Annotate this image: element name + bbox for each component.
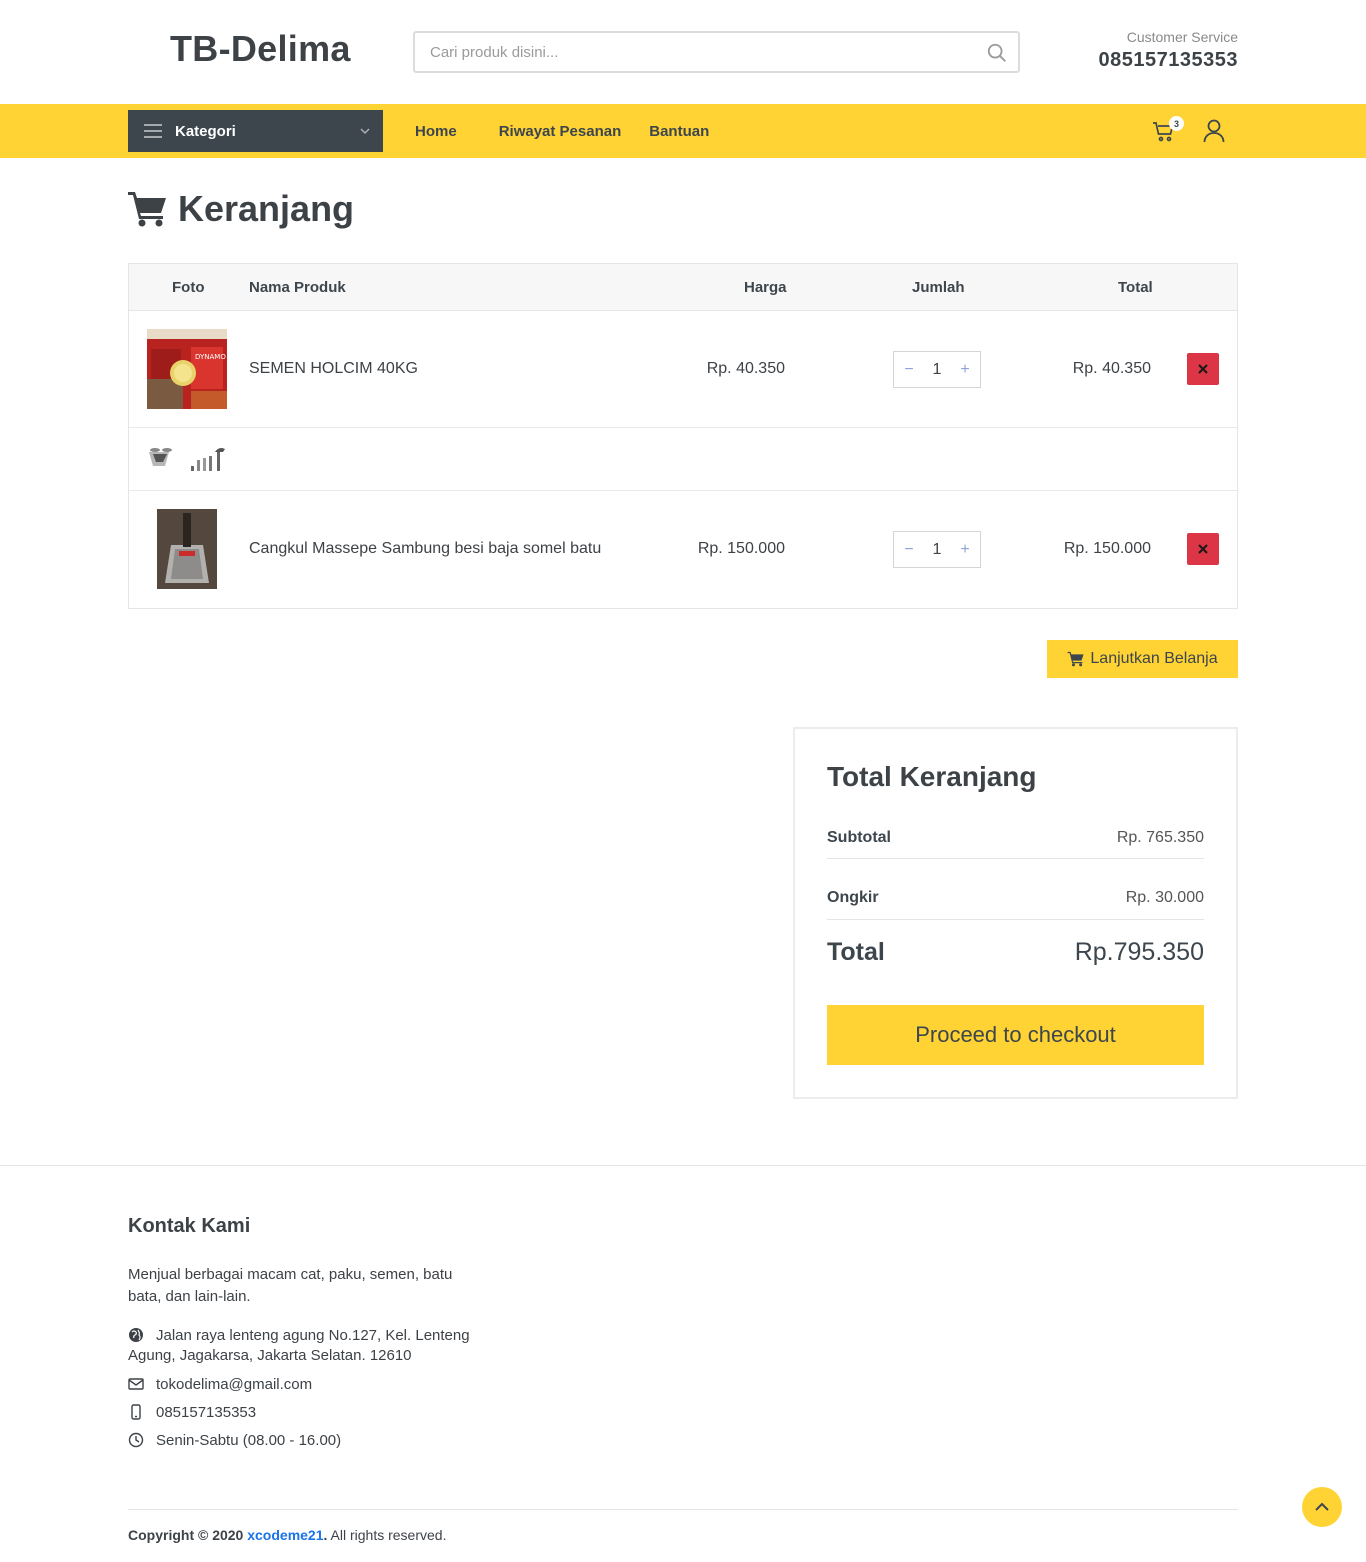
footer-email: tokodelima@gmail.com bbox=[128, 1375, 312, 1395]
footer-address: Jalan raya lenteng agung No.127, Kel. Le… bbox=[128, 1326, 473, 1366]
footer-divider bbox=[0, 1165, 1366, 1166]
clock-icon bbox=[128, 1432, 144, 1448]
footer-title: Kontak Kami bbox=[128, 1215, 251, 1237]
mobile-phone-icon bbox=[131, 1404, 141, 1420]
product-name[interactable]: SEMEN HOLCIM 40KG bbox=[249, 360, 418, 378]
customer-service-label: Customer Service bbox=[1126, 29, 1238, 45]
grand-total-row: Total Rp.795.350 bbox=[827, 933, 1204, 971]
footer-description: Menjual berbagai macam cat, paku, semen,… bbox=[128, 1266, 453, 1305]
table-row: Cangkul Massepe Sambung besi baja somel … bbox=[129, 491, 1237, 608]
search-box bbox=[413, 31, 1020, 73]
ongkir-label: Ongkir bbox=[827, 888, 879, 906]
qty-value[interactable]: 1 bbox=[933, 361, 942, 379]
copyright-prefix: Copyright © 2020 bbox=[128, 1527, 244, 1543]
top-header: TB-Delima Customer Service 085157135353 bbox=[0, 0, 1366, 104]
menu-icon bbox=[144, 124, 162, 138]
copyright-link[interactable]: xcodeme21 bbox=[247, 1527, 323, 1543]
col-foto: Foto bbox=[172, 279, 205, 296]
qty-decrease-button[interactable]: − bbox=[902, 361, 916, 379]
qty-increase-button[interactable]: + bbox=[958, 361, 972, 379]
ongkir-value: Rp. 30.000 bbox=[1125, 888, 1204, 906]
product-name[interactable]: Cangkul Massepe Sambung besi baja somel … bbox=[249, 540, 601, 558]
grand-total-label: Total bbox=[827, 937, 885, 966]
quantity-stepper: − 1 + bbox=[893, 351, 981, 388]
col-nama-produk: Nama Produk bbox=[249, 279, 346, 296]
col-harga: Harga bbox=[744, 279, 787, 296]
globe-icon bbox=[129, 1328, 143, 1342]
customer-service-phone: 085157135353 bbox=[1098, 49, 1238, 71]
search-input[interactable] bbox=[415, 33, 1018, 71]
customer-service: Customer Service 085157135353 bbox=[1099, 29, 1238, 72]
svg-text:DYNAMO: DYNAMO bbox=[195, 353, 226, 361]
nav-riwayat-pesanan[interactable]: Riwayat Pesanan bbox=[499, 123, 622, 140]
table-header: Foto Nama Produk Harga Jumlah Total bbox=[129, 264, 1237, 311]
remove-item-button[interactable] bbox=[1187, 353, 1219, 385]
footer-phone: 085157135353 bbox=[128, 1403, 256, 1423]
footer-hours: Senin-Sabtu (08.00 - 16.00) bbox=[128, 1431, 341, 1451]
product-total: Rp. 40.350 bbox=[1072, 360, 1151, 377]
cart-table: Foto Nama Produk Harga Jumlah Total DYNA… bbox=[128, 263, 1238, 609]
product-price: Rp. 40.350 bbox=[706, 360, 785, 377]
ongkir-row: Ongkir Rp. 30.000 bbox=[827, 876, 1204, 920]
table-row: DYNAMO SEMEN HOLCIM 40KG Rp. 40.350 − 1 … bbox=[129, 311, 1237, 428]
product-thumbnail-icon[interactable] bbox=[147, 446, 175, 472]
product-thumbnail-icon[interactable] bbox=[189, 446, 227, 472]
page-title-text: Keranjang bbox=[178, 188, 355, 229]
footer-email-text[interactable]: tokodelima@gmail.com bbox=[156, 1376, 312, 1393]
nav-links: Home Riwayat Pesanan Bantuan bbox=[415, 104, 737, 158]
col-jumlah: Jumlah bbox=[912, 279, 965, 296]
copyright-dot: . bbox=[323, 1527, 328, 1543]
col-total: Total bbox=[1118, 279, 1153, 296]
product-price: Rp. 150.000 bbox=[697, 540, 785, 557]
cart-button[interactable]: 3 bbox=[1152, 116, 1184, 146]
continue-shopping-label: Lanjutkan Belanja bbox=[1090, 650, 1218, 667]
chevron-up-icon bbox=[1315, 1502, 1329, 1511]
close-icon bbox=[1198, 544, 1208, 554]
totals-title: Total Keranjang bbox=[827, 761, 1037, 792]
kategori-label: Kategori bbox=[175, 122, 236, 140]
footer-hours-text: Senin-Sabtu (08.00 - 16.00) bbox=[156, 1432, 342, 1449]
footer-phone-text: 085157135353 bbox=[156, 1404, 257, 1421]
remove-item-button[interactable] bbox=[1187, 533, 1219, 565]
table-row bbox=[129, 428, 1237, 491]
back-to-top-button[interactable] bbox=[1302, 1487, 1342, 1527]
account-button[interactable] bbox=[1203, 119, 1225, 143]
close-icon bbox=[1198, 364, 1208, 374]
chevron-down-icon bbox=[360, 128, 370, 135]
subtotal-value: Rp. 765.350 bbox=[1116, 828, 1204, 846]
checkout-button[interactable]: Proceed to checkout bbox=[827, 1005, 1204, 1065]
shopping-cart-icon bbox=[1067, 651, 1084, 667]
product-image[interactable] bbox=[157, 509, 217, 589]
cart-count-badge: 3 bbox=[1169, 116, 1184, 131]
user-icon bbox=[1203, 119, 1225, 143]
footer-address-text: Jalan raya lenteng agung No.127, Kel. Le… bbox=[128, 1327, 470, 1364]
shopping-cart-icon bbox=[128, 192, 166, 227]
quantity-stepper: − 1 + bbox=[893, 531, 981, 568]
copyright: Copyright © 2020 xcodeme21. All rights r… bbox=[128, 1527, 446, 1543]
product-image[interactable]: DYNAMO bbox=[147, 329, 227, 409]
qty-decrease-button[interactable]: − bbox=[902, 541, 916, 559]
qty-increase-button[interactable]: + bbox=[958, 541, 972, 559]
product-total: Rp. 150.000 bbox=[1063, 540, 1151, 557]
nav-home[interactable]: Home bbox=[415, 123, 457, 140]
grand-total-value: Rp.795.350 bbox=[1074, 937, 1204, 966]
subtotal-row: Subtotal Rp. 765.350 bbox=[827, 827, 1204, 859]
envelope-icon bbox=[128, 1378, 144, 1390]
continue-shopping-button[interactable]: Lanjutkan Belanja bbox=[1047, 640, 1238, 678]
site-logo[interactable]: TB-Delima bbox=[170, 28, 351, 70]
search-icon[interactable] bbox=[986, 42, 1008, 64]
nav-bantuan[interactable]: Bantuan bbox=[649, 123, 709, 140]
main-navbar: Kategori Home Riwayat Pesanan Bantuan 3 bbox=[0, 104, 1366, 158]
copyright-suffix: All rights reserved. bbox=[330, 1527, 447, 1543]
footer-divider-bottom bbox=[128, 1509, 1238, 1510]
kategori-dropdown[interactable]: Kategori bbox=[128, 110, 383, 152]
qty-value[interactable]: 1 bbox=[933, 541, 942, 559]
cart-totals-box: Total Keranjang Subtotal Rp. 765.350 Ong… bbox=[793, 727, 1238, 1099]
page-title: Keranjang bbox=[128, 188, 354, 230]
subtotal-label: Subtotal bbox=[827, 828, 891, 846]
